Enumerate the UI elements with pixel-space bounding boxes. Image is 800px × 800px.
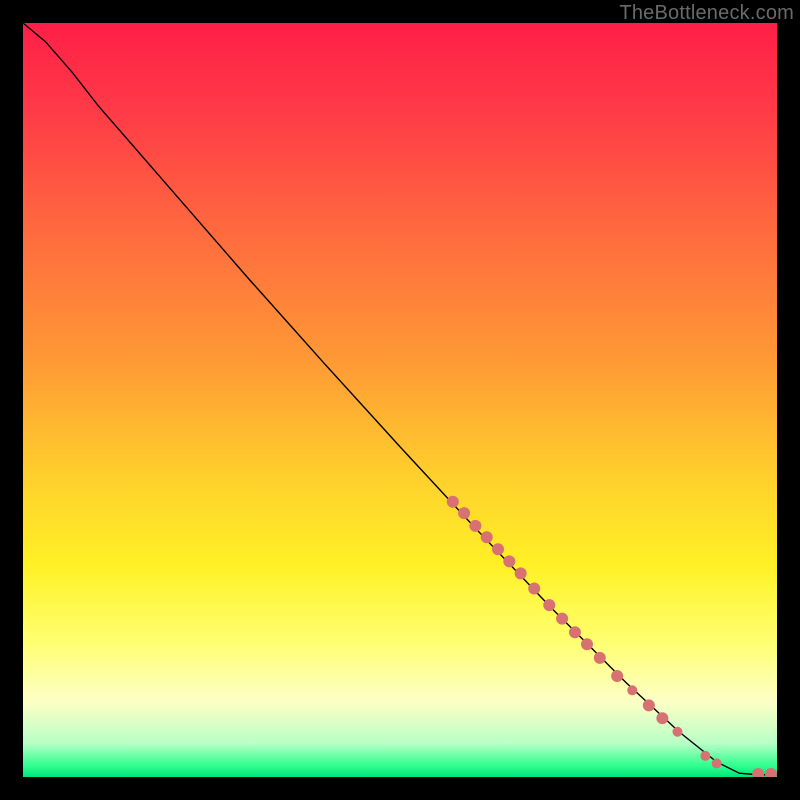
data-point (581, 638, 593, 650)
bottleneck-curve (23, 23, 777, 775)
chart-stage: TheBottleneck.com (0, 0, 800, 800)
data-point (458, 507, 470, 519)
data-point (447, 496, 459, 508)
watermark-label: TheBottleneck.com (619, 2, 794, 25)
data-point (594, 652, 606, 664)
data-point (700, 751, 710, 761)
data-point (611, 670, 623, 682)
data-point (515, 567, 527, 579)
data-point (643, 699, 655, 711)
data-point (469, 520, 481, 532)
data-point (712, 758, 722, 768)
data-point (672, 727, 682, 737)
data-point (556, 613, 568, 625)
data-point (752, 768, 764, 777)
data-point (627, 685, 637, 695)
chart-svg (23, 23, 777, 777)
data-point (765, 768, 777, 777)
plot-area (23, 23, 777, 777)
data-point (528, 583, 540, 595)
data-point (492, 543, 504, 555)
data-points (447, 496, 777, 777)
data-point (481, 531, 493, 543)
data-point (656, 712, 668, 724)
data-point (569, 626, 581, 638)
data-point (543, 599, 555, 611)
data-point (503, 555, 515, 567)
